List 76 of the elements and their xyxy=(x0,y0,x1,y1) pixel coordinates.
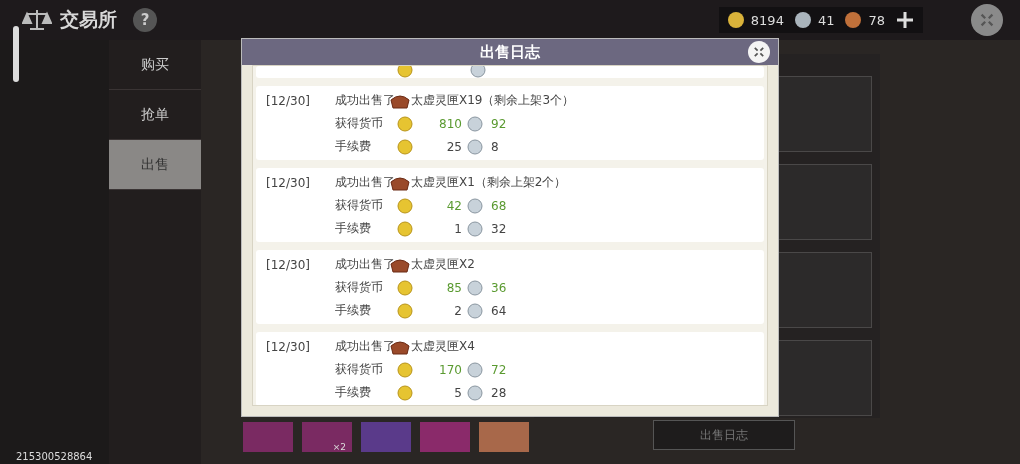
coin-icon xyxy=(467,384,483,401)
close-button[interactable] xyxy=(748,41,770,63)
earned-minor-amount: 36 xyxy=(490,280,507,295)
coin-icon xyxy=(726,11,745,29)
fee-minor-amount: 64 xyxy=(490,303,507,318)
currency-amount: 41 xyxy=(817,12,835,28)
log-action: 成功出售了 xyxy=(335,174,396,191)
sale-log-button[interactable]: 出售日志 xyxy=(653,420,795,450)
log-date: [12/30] xyxy=(266,93,311,108)
coin-icon xyxy=(467,197,483,214)
earned-amount: 85 xyxy=(445,280,463,295)
item-slot[interactable]: ×2 xyxy=(302,422,352,452)
fee-label: 手续费 xyxy=(335,384,372,401)
coin-icon xyxy=(397,279,413,296)
currency-amount: 8194 xyxy=(750,12,784,28)
coin-icon xyxy=(397,220,413,237)
log-action: 成功出售了 xyxy=(335,92,396,109)
coin-icon xyxy=(467,115,483,132)
log-date: [12/30] xyxy=(266,257,311,272)
fee-amount: 2 xyxy=(453,303,463,318)
currency-amount: 78 xyxy=(868,12,885,28)
close-icon xyxy=(752,45,766,59)
fee-label: 手续费 xyxy=(335,220,372,237)
coin-icon xyxy=(467,220,483,237)
coin-icon xyxy=(844,11,863,29)
earned-label: 获得货币 xyxy=(335,361,384,378)
earned-minor-amount: 72 xyxy=(490,362,507,377)
log-action: 成功出售了 xyxy=(335,338,396,355)
coin-icon xyxy=(467,138,483,155)
coin-icon xyxy=(397,361,413,378)
log-date: [12/30] xyxy=(266,339,311,354)
add-icon[interactable] xyxy=(895,10,915,30)
help-button[interactable]: ? xyxy=(133,8,157,32)
earned-amount: 42 xyxy=(445,198,463,213)
nav-tab[interactable]: 购买 xyxy=(109,40,201,90)
fee-amount: 1 xyxy=(453,221,463,236)
coin-icon xyxy=(467,302,483,319)
coin-icon xyxy=(793,11,812,29)
scroll-handle[interactable] xyxy=(13,26,19,82)
earned-minor-amount: 92 xyxy=(490,116,507,131)
item-name: 太虚灵匣X1（剩余上架2个） xyxy=(411,174,567,191)
fee-amount: 25 xyxy=(445,139,463,154)
fee-label: 手续费 xyxy=(335,138,372,155)
log-action: 成功出售了 xyxy=(335,256,396,273)
fee-amount: 5 xyxy=(453,385,463,400)
item-name: 太虚灵匣X2 xyxy=(411,256,475,273)
coin-icon xyxy=(467,361,483,378)
earned-label: 获得货币 xyxy=(335,279,384,296)
log-date: [12/30] xyxy=(266,175,311,190)
close-icon xyxy=(978,11,996,29)
app-title: 交易所 xyxy=(60,7,117,32)
item-name: 太虚灵匣X19（剩余上架3个） xyxy=(411,92,575,109)
earned-amount: 810 xyxy=(438,116,463,131)
coin-icon xyxy=(397,384,413,401)
coin-icon xyxy=(397,66,413,78)
dialog-title: 出售日志 xyxy=(480,42,540,62)
item-name: 太虚灵匣X4 xyxy=(411,338,475,355)
user-id: 215300528864 xyxy=(15,451,94,464)
earned-minor-amount: 68 xyxy=(490,198,507,213)
fee-label: 手续费 xyxy=(335,302,372,319)
earned-amount: 170 xyxy=(438,362,463,377)
fee-minor-amount: 28 xyxy=(490,385,507,400)
fee-minor-amount: 32 xyxy=(490,221,507,236)
scales-icon xyxy=(22,8,52,32)
earned-label: 获得货币 xyxy=(335,115,384,132)
item-count: ×2 xyxy=(332,442,346,452)
earned-label: 获得货币 xyxy=(335,197,384,214)
coin-icon xyxy=(397,197,413,214)
nav-tab[interactable]: 出售 xyxy=(109,140,201,190)
coin-icon xyxy=(397,115,413,132)
coin-icon xyxy=(467,279,483,296)
close-button[interactable] xyxy=(971,4,1003,36)
coin-icon xyxy=(397,302,413,319)
coin-icon xyxy=(470,66,486,78)
fee-minor-amount: 8 xyxy=(490,139,499,154)
coin-icon xyxy=(397,138,413,155)
